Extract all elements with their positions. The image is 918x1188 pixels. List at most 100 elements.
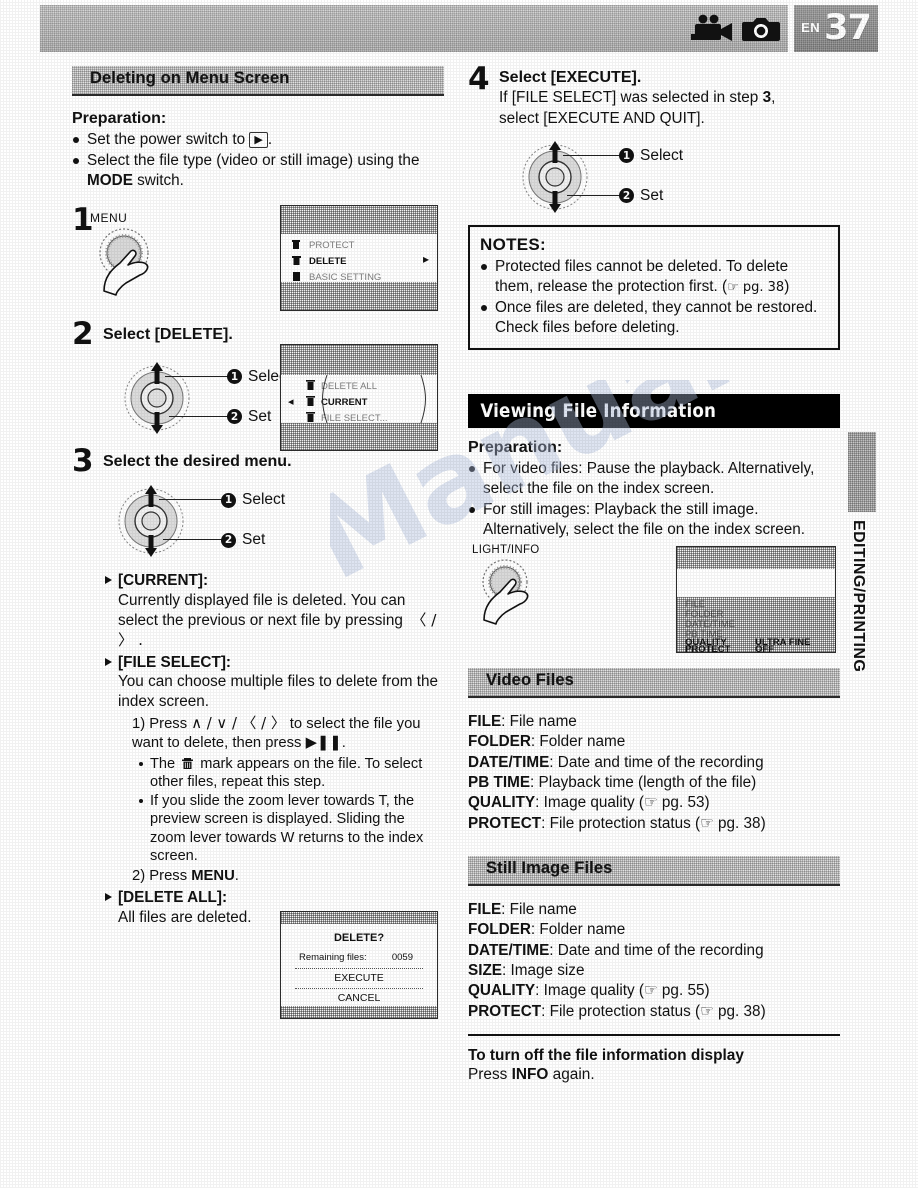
notes-box: NOTES: Protected files cannot be deleted… [468, 224, 840, 351]
step4-sub-post: , [771, 89, 776, 107]
video-desc-pbtime: : Playback time (length of the file) [530, 773, 757, 791]
substep1-pre: 1) Press [132, 716, 192, 733]
video-term-datetime: DATE/TIME [468, 753, 550, 771]
section-heading-label: Deleting on Menu Screen [90, 69, 290, 87]
prep-power-period: . [267, 131, 273, 148]
callout-number-1: 1 [221, 492, 236, 508]
step-4: 4 Select [EXECUTE]. If [FILE SELECT] was… [468, 64, 840, 221]
prep-power-text: Set the power switch to [87, 131, 250, 148]
still-files-list: FILE: File name FOLDER: Folder name DATE… [468, 900, 840, 1022]
prep-mode-switch-label: MODE [87, 171, 133, 189]
video-desc-datetime: : Date and time of the recording [549, 753, 764, 771]
dialog-cancel-option[interactable]: CANCEL [281, 992, 437, 1004]
video-desc-folder: : Folder name [530, 733, 626, 751]
file-select-note-zoom: If you slide the zoom lever towards T, t… [136, 792, 444, 866]
video-row-file: FILE: File name [468, 712, 840, 732]
step-1: 1 MENU PROTECT DELETE BASIC SETTING ▸ [72, 204, 444, 321]
lcd-delete-menu: DELETE ALL CURRENT FILE SELECT... ◂ [280, 343, 438, 451]
lcd1-next-arrow-icon: ▸ [422, 251, 429, 266]
finger-press-icon [99, 228, 149, 296]
lcd-delete-confirm-dialog: DELETE? Remaining files: 0059 EXECUTE CA… [280, 911, 438, 1019]
callout-set-label-3: Set [242, 531, 266, 548]
lcd-info-row-protect: PROTECT [685, 643, 731, 653]
lcd-menu-screen-1: PROTECT DELETE BASIC SETTING ▸ [280, 204, 438, 311]
lcd1-row-basic-setting: BASIC SETTING [309, 271, 382, 283]
footer-pre: Press [468, 1066, 512, 1084]
still-desc-file: : File name [501, 901, 577, 919]
section-heading-deleting: Deleting on Menu Screen [72, 66, 444, 96]
preparation-item-mode: Select the file type (video or still ima… [72, 151, 444, 191]
lcd2-menu-frame [322, 374, 426, 423]
callout-number-2: 2 [221, 532, 236, 548]
callout-set-label-2: Set [248, 407, 272, 425]
still-row-size: SIZE: Image size [468, 961, 840, 981]
footer-divider [468, 1034, 840, 1037]
side-tab: EDITING/PRINTING [843, 520, 873, 700]
still-row-protect: PROTECT: File protection status (☞ pg. 3… [468, 1002, 840, 1022]
footer-info-label: INFO [511, 1066, 549, 1084]
header-gradient-bar [40, 5, 788, 52]
multi-controller-icon-4 [522, 140, 588, 213]
dialog-remaining-value: 0059 [391, 952, 413, 963]
step4-sub-pre: If [FILE SELECT] was selected in step [499, 89, 763, 107]
option-current-body: Currently displayed file is deleted. You… [118, 591, 406, 629]
video-row-quality: QUALITY: Image quality (☞ pg. 53) [468, 793, 840, 813]
preparation-title-2: Preparation: [468, 439, 563, 457]
substep1-post: . [341, 735, 346, 752]
option-delete-all-name: [DELETE ALL]: [118, 889, 228, 907]
right-column: 4 Select [EXECUTE]. If [FILE SELECT] was… [468, 64, 840, 1084]
callout-set-3: 2 Set [221, 531, 265, 549]
callout-select-label-3: Select [242, 491, 286, 508]
lcd1-row-protect: PROTECT [309, 239, 355, 251]
video-term-pbtime: PB TIME [468, 773, 531, 791]
step-2-number: 2 [72, 315, 94, 352]
page-header: EN 37 [40, 5, 878, 52]
still-desc-datetime: : Date and time of the recording [549, 941, 764, 959]
step-3: 3 Select the desired menu. 1 Select 2 Se… [72, 445, 444, 928]
step4-sub-stepref: 3 [762, 89, 772, 107]
preparation-item-power: Set the power switch to ▶. [72, 130, 444, 150]
still-camera-icon [742, 17, 780, 41]
video-term-folder: FOLDER [468, 733, 531, 751]
video-files-list: FILE: File name FOLDER: Folder name DATE… [468, 712, 840, 834]
video-term-quality: QUALITY [468, 794, 536, 812]
substep2-menu-label: MENU [191, 868, 235, 885]
preparation-list-2: For video files: Pause the playback. Alt… [468, 459, 840, 540]
prep-mode-text: Select the file type (video or still ima… [87, 151, 420, 169]
still-term-size: SIZE [468, 962, 502, 980]
still-row-folder: FOLDER: Folder name [468, 920, 840, 940]
note-deleted-files: Once files are deleted, they cannot be r… [480, 298, 828, 338]
note-protected-post: ) [784, 277, 790, 295]
video-row-protect: PROTECT: File protection status (☞ pg. 3… [468, 814, 840, 834]
preparation-title: Preparation: [72, 110, 167, 127]
option-current-name: [CURRENT]: [118, 572, 209, 589]
still-term-file: FILE [468, 901, 502, 919]
page-number-badge: EN 37 [794, 5, 878, 52]
callout-select-label-4: Select [640, 146, 684, 164]
notes-title: NOTES: [480, 234, 547, 254]
notes-list: Protected files cannot be deleted. To de… [480, 257, 828, 338]
trash-icon [182, 758, 194, 769]
prep-mode-tail: switch. [132, 171, 184, 189]
lcd-file-information: FILE FOLDER DATE/TIME PB TIME QUALITY UL… [676, 545, 836, 653]
dialog-title: DELETE? [333, 932, 385, 944]
file-select-substep-1: 1) Press ∧ / ∨ / 〈 / 〉 to select the fil… [118, 715, 444, 753]
still-desc-quality: : Image quality (☞ pg. 55) [535, 982, 710, 1000]
step-4-title: Select [EXECUTE]. [499, 69, 642, 86]
callout-number-2: 2 [619, 188, 634, 204]
lcd1-menu-glyphs [292, 239, 301, 281]
manual-page: EN 37 Deleting on Menu Screen Preparatio… [0, 0, 918, 1188]
info-button-and-lcd: LIGHT/INFO FILE FOLDER DATE/TIME PB TIME… [468, 544, 840, 662]
substep2-pre: 2) Press [132, 868, 192, 885]
still-desc-folder: : Folder name [530, 921, 626, 939]
callout-number-1: 1 [619, 148, 634, 164]
substep1-keys: ∧ / ∨ / 〈 / 〉 [191, 715, 286, 733]
dialog-remaining-label: Remaining files: [299, 952, 367, 963]
multi-controller-icon-3 [118, 485, 184, 557]
section-heading-video-files: Video Files [468, 667, 840, 698]
menu-option-list: [CURRENT]: Currently displayed file is d… [103, 571, 444, 928]
still-term-folder: FOLDER [468, 921, 531, 939]
step-4-subtext-2: select [EXECUTE AND QUIT]. [499, 110, 705, 128]
section-heading-still-image-files: Still Image Files [468, 856, 840, 887]
dialog-execute-option[interactable]: EXECUTE [281, 972, 437, 984]
